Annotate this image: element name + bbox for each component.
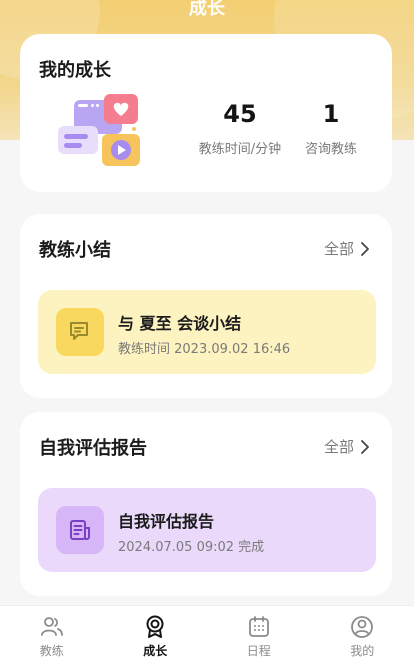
summary-item-time: 教练时间 2023.09.02 16:46 xyxy=(118,342,291,357)
tab-growth[interactable]: 成长 xyxy=(104,606,208,671)
summary-view-all-link[interactable]: 全部 xyxy=(324,238,370,259)
calendar-icon xyxy=(248,616,269,637)
coaching-summary-section: 教练小结 全部 与 夏至 会谈小结 教练时间 2023.09.02 16:46 xyxy=(20,214,392,398)
tab-label: 我的 xyxy=(350,644,375,658)
growth-card: 我的成长 45 教练时间/分钟 1 咨询教练 xyxy=(20,34,392,192)
report-list-item[interactable]: 自我评估报告 2024.07.05 09:02 完成 xyxy=(38,488,376,572)
summary-list-item[interactable]: 与 夏至 会谈小结 教练时间 2023.09.02 16:46 xyxy=(38,290,376,374)
report-view-all-link[interactable]: 全部 xyxy=(324,436,370,457)
document-icon xyxy=(56,506,104,554)
bottom-tab-bar: 教练 成长 日程 我的 xyxy=(0,605,414,671)
tab-schedule[interactable]: 日程 xyxy=(207,606,311,671)
people-icon xyxy=(40,617,63,636)
chevron-right-icon xyxy=(361,439,369,454)
coaching-minutes-label: 教练时间/分钟 xyxy=(198,142,282,157)
view-all-label: 全部 xyxy=(323,240,354,258)
coaching-minutes-value: 45 xyxy=(223,100,257,128)
coach-count-label: 咨询教练 xyxy=(304,142,357,157)
growth-icon xyxy=(146,615,164,638)
chat-icon xyxy=(56,308,104,356)
self-assessment-section: 自我评估报告 全部 自我评估报告 2024.07.05 09:02 完成 xyxy=(20,412,392,596)
page-title: 成长 xyxy=(189,0,225,19)
chevron-right-icon xyxy=(361,241,369,256)
tab-coach[interactable]: 教练 xyxy=(0,606,104,671)
tab-label: 成长 xyxy=(143,644,168,658)
summary-item-title: 与 夏至 会谈小结 xyxy=(118,314,242,333)
view-all-label: 全部 xyxy=(323,438,354,456)
report-item-date: 2024.07.05 09:02 完成 xyxy=(118,540,265,555)
coaching-minutes-stat: 45 教练时间/分钟 xyxy=(178,100,302,157)
growth-title: 我的成长 xyxy=(39,60,111,81)
coach-count-value: 1 xyxy=(322,100,340,128)
profile-icon xyxy=(351,616,374,638)
coach-count-stat: 1 咨询教练 xyxy=(288,100,374,157)
growth-illustration-icon xyxy=(58,94,140,166)
section-title: 教练小结 xyxy=(39,240,111,261)
report-item-title: 自我评估报告 xyxy=(118,512,215,531)
tab-label: 日程 xyxy=(246,644,271,658)
section-title: 自我评估报告 xyxy=(39,438,147,459)
tab-label: 教练 xyxy=(39,644,64,658)
tab-profile[interactable]: 我的 xyxy=(311,606,414,671)
